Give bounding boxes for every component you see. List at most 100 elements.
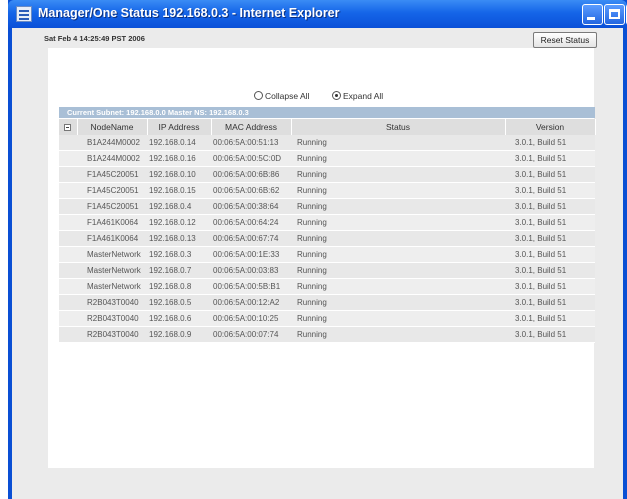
cell-version: 3.0.1, Build 51 <box>505 230 595 247</box>
row-spacer <box>59 326 77 343</box>
table-row: B1A244M0002 192.168.0.14 00:06:5A:00:51:13… <box>59 135 595 151</box>
cell-ip-address: 192.168.0.14 <box>147 135 211 151</box>
page-content: Sat Feb 4 14:25:49 PST 2006 Reset Status… <box>12 28 623 499</box>
row-spacer <box>59 135 77 151</box>
cell-version: 3.0.1, Build 51 <box>505 262 595 279</box>
table-row: F1A45C20051 192.168.0.4 00:06:5A:00:38:64 R… <box>59 198 595 215</box>
column-header-mac[interactable]: MAC Address <box>211 119 292 135</box>
cell-nodename: F1A461K0064 <box>77 230 147 247</box>
column-header-ip[interactable]: IP Address <box>147 119 212 135</box>
cell-mac-address: 00:06:5A:00:12:A2 <box>211 294 291 311</box>
cell-status: Running <box>291 294 505 311</box>
cell-mac-address: 00:06:5A:00:10:25 <box>211 310 291 327</box>
timestamp: Sat Feb 4 14:25:49 PST 2006 <box>44 34 145 43</box>
table-header-row: NodeName IP Address MAC Address Status V… <box>59 119 596 135</box>
row-spacer <box>59 166 77 183</box>
table-row: R2B043T0040 192.168.0.9 00:06:5A:00:07:74 R… <box>59 326 595 343</box>
collapse-all-label: Collapse All <box>265 91 310 101</box>
cell-status: Running <box>291 166 505 183</box>
cell-mac-address: 00:06:5A:00:6B:86 <box>211 166 291 183</box>
cell-version: 3.0.1, Build 51 <box>505 294 595 311</box>
cell-mac-address: 00:06:5A:00:07:74 <box>211 326 291 343</box>
table-row: F1A45C20051 192.168.0.15 00:06:5A:00:6B:62… <box>59 182 595 199</box>
column-header-version[interactable]: Version <box>505 119 596 135</box>
cell-version: 3.0.1, Build 51 <box>505 214 595 231</box>
cell-nodename: B1A244M0002 <box>77 135 147 151</box>
cell-ip-address: 192.168.0.6 <box>147 310 211 327</box>
cell-ip-address: 192.168.0.4 <box>147 198 211 215</box>
table-row: R2B043T0040 192.168.0.5 00:06:5A:00:12:A2 R… <box>59 294 595 311</box>
status-header: Sat Feb 4 14:25:49 PST 2006 Reset Status <box>12 28 623 48</box>
cell-mac-address: 00:06:5A:00:38:64 <box>211 198 291 215</box>
table-row: B1A244M0002 192.168.0.16 00:06:5A:00:5C:0D… <box>59 150 595 167</box>
cell-nodename: MasterNetwork <box>77 246 147 263</box>
table-row: F1A461K0064 192.168.0.12 00:06:5A:00:64:24… <box>59 214 595 231</box>
expand-all-option[interactable]: Expand All <box>332 91 383 101</box>
node-table-body: B1A244M0002 192.168.0.14 00:06:5A:00:51:13… <box>59 135 595 343</box>
row-spacer <box>59 246 77 263</box>
minimize-button[interactable] <box>582 4 603 25</box>
row-spacer <box>59 310 77 327</box>
row-spacer <box>59 230 77 247</box>
cell-status: Running <box>291 310 505 327</box>
page-footer-area <box>12 468 623 499</box>
collapse-toggle-icon[interactable] <box>64 124 72 132</box>
cell-mac-address: 00:06:5A:00:5C:0D <box>211 150 291 167</box>
row-spacer <box>59 294 77 311</box>
cell-status: Running <box>291 150 505 167</box>
cell-status: Running <box>291 198 505 215</box>
table-row: MasterNetwork 192.168.0.7 00:06:5A:00:03:8… <box>59 262 595 279</box>
table-row: F1A461K0064 192.168.0.13 00:06:5A:00:67:74… <box>59 230 595 247</box>
cell-nodename: F1A45C20051 <box>77 198 147 215</box>
title-bar[interactable]: Manager/One Status 192.168.0.3 - Interne… <box>8 0 627 28</box>
collapse-all-option[interactable]: Collapse All <box>254 91 309 101</box>
cell-version: 3.0.1, Build 51 <box>505 310 595 327</box>
cell-ip-address: 192.168.0.5 <box>147 294 211 311</box>
cell-ip-address: 192.168.0.8 <box>147 278 211 295</box>
cell-nodename: F1A461K0064 <box>77 214 147 231</box>
cell-version: 3.0.1, Build 51 <box>505 135 595 151</box>
table-row: F1A45C20051 192.168.0.10 00:06:5A:00:6B:86… <box>59 166 595 183</box>
cell-mac-address: 00:06:5A:00:1E:33 <box>211 246 291 263</box>
cell-status: Running <box>291 135 505 151</box>
maximize-button[interactable] <box>604 4 625 25</box>
row-spacer <box>59 214 77 231</box>
cell-nodename: R2B043T0040 <box>77 294 147 311</box>
cell-nodename: F1A45C20051 <box>77 182 147 199</box>
cell-status: Running <box>291 326 505 343</box>
table-row: MasterNetwork 192.168.0.3 00:06:5A:00:1E:3… <box>59 246 595 263</box>
cell-mac-address: 00:06:5A:00:64:24 <box>211 214 291 231</box>
collapse-column-header[interactable] <box>59 119 78 135</box>
cell-status: Running <box>291 246 505 263</box>
cell-nodename: MasterNetwork <box>77 278 147 295</box>
cell-nodename: R2B043T0040 <box>77 310 147 327</box>
cell-status: Running <box>291 230 505 247</box>
status-panel: Collapse All Expand All Current Subnet: … <box>48 48 596 468</box>
node-table: NodeName IP Address MAC Address Status V… <box>59 119 596 343</box>
cell-status: Running <box>291 214 505 231</box>
cell-version: 3.0.1, Build 51 <box>505 198 595 215</box>
subnet-header: Current Subnet: 192.168.0.0 Master NS: 1… <box>59 107 595 118</box>
row-spacer <box>59 262 77 279</box>
cell-ip-address: 192.168.0.10 <box>147 166 211 183</box>
cell-mac-address: 00:06:5A:00:67:74 <box>211 230 291 247</box>
cell-ip-address: 192.168.0.12 <box>147 214 211 231</box>
table-row: R2B043T0040 192.168.0.6 00:06:5A:00:10:25 R… <box>59 310 595 327</box>
column-header-status[interactable]: Status <box>291 119 506 135</box>
row-spacer <box>59 198 77 215</box>
expand-all-radio[interactable] <box>332 91 341 100</box>
cell-version: 3.0.1, Build 51 <box>505 182 595 199</box>
cell-ip-address: 192.168.0.9 <box>147 326 211 343</box>
reset-status-button[interactable]: Reset Status <box>533 32 597 48</box>
column-header-nodename[interactable]: NodeName <box>77 119 148 135</box>
cell-nodename: B1A244M0002 <box>77 150 147 167</box>
table-row: MasterNetwork 192.168.0.8 00:06:5A:00:5B:B… <box>59 278 595 295</box>
cell-mac-address: 00:06:5A:00:6B:62 <box>211 182 291 199</box>
cell-nodename: MasterNetwork <box>77 262 147 279</box>
cell-ip-address: 192.168.0.7 <box>147 262 211 279</box>
expand-all-label: Expand All <box>343 91 384 101</box>
cell-version: 3.0.1, Build 51 <box>505 246 595 263</box>
collapse-all-radio[interactable] <box>254 91 263 100</box>
cell-version: 3.0.1, Build 51 <box>505 166 595 183</box>
cell-mac-address: 00:06:5A:00:51:13 <box>211 135 291 151</box>
